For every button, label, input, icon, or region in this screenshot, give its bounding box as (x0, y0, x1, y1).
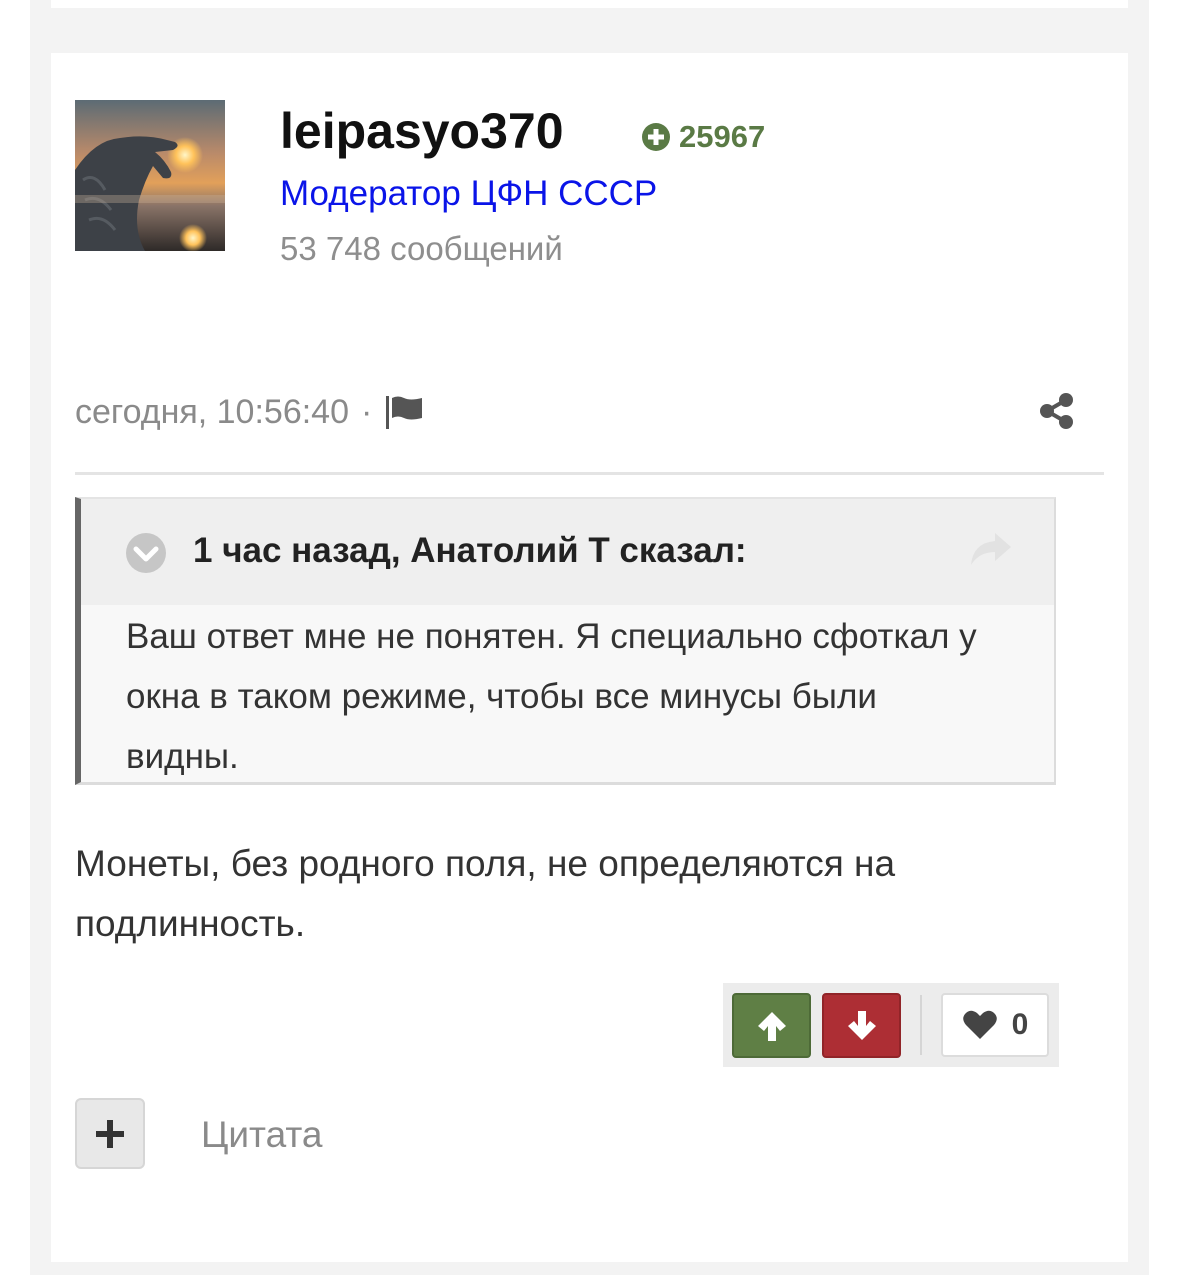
avatar[interactable] (75, 100, 225, 251)
author-post-count: 53 748 сообщений (280, 230, 563, 267)
quote-button[interactable]: Цитата (201, 1112, 322, 1158)
post-meta: сегодня, 10:56:40 · (75, 390, 424, 434)
upvote-button[interactable] (732, 993, 811, 1058)
quote-header[interactable]: 1 час назад, Анатолий Т сказал: (81, 499, 1054, 605)
author-username[interactable]: leipasyo370 (280, 100, 564, 162)
reputation-badge: 25967 (641, 119, 766, 154)
like-button[interactable]: 0 (941, 993, 1049, 1057)
reaction-bar: 0 (723, 983, 1059, 1067)
chevron-down-icon[interactable] (125, 532, 167, 574)
post-body: Монеты, без родного поля, не определяютс… (75, 843, 896, 944)
quote-citation: 1 час назад, Анатолий Т сказал: (193, 531, 747, 570)
arrow-down-icon (847, 1010, 876, 1040)
flag-icon[interactable] (384, 394, 424, 430)
plus-icon (96, 1119, 124, 1148)
like-count: 0 (1011, 1008, 1029, 1041)
meta-separator: · (361, 392, 373, 431)
plus-circle-icon (642, 123, 670, 151)
share-arrow-icon[interactable] (969, 531, 1013, 569)
quote-text: Ваш ответ мне не понятен. Я специально с… (126, 617, 977, 776)
previous-post-card (51, 0, 1128, 8)
share-icon[interactable] (1038, 392, 1076, 430)
arrow-up-icon (757, 1011, 786, 1041)
reputation-value: 25967 (679, 119, 766, 154)
downvote-button[interactable] (822, 993, 901, 1058)
heart-icon (962, 1010, 997, 1039)
quote-block: 1 час назад, Анатолий Т сказал: Ваш отве… (75, 497, 1056, 785)
post-date[interactable]: сегодня, 10:56:40 (75, 393, 349, 432)
meta-divider (75, 472, 1104, 475)
reaction-separator (920, 995, 922, 1055)
multiquote-button[interactable] (75, 1098, 145, 1169)
author-group[interactable]: Модератор ЦФН СССР (280, 172, 657, 216)
